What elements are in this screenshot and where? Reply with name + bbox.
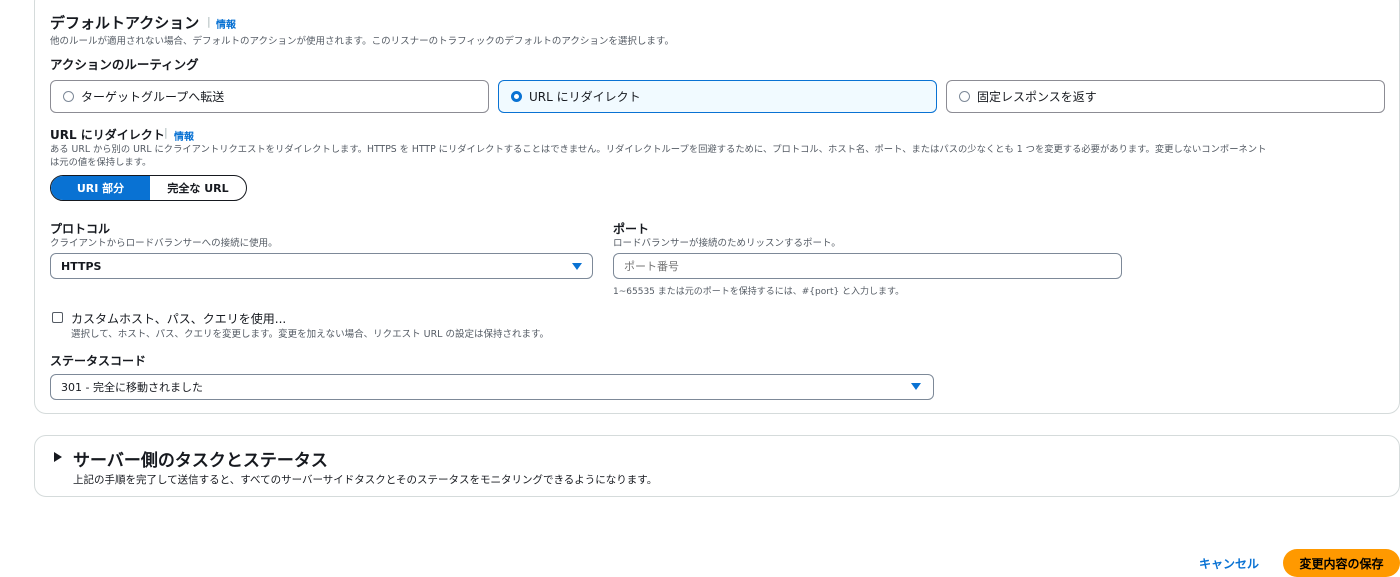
server-tasks-description: 上記の手順を完了して送信すると、すべてのサーバーサイドタスクとそのステータスをモ… (73, 474, 658, 486)
radio-circle-icon (959, 91, 970, 102)
custom-host-checkbox[interactable] (52, 312, 63, 323)
redirect-description-cont: は元の値を保持します。 (50, 157, 152, 168)
segment-full-url[interactable]: 完全な URL (150, 176, 246, 200)
status-code-select[interactable]: 301 - 完全に移動されました (50, 374, 934, 400)
status-code-label: ステータスコード (50, 354, 147, 368)
segment-uri-parts[interactable]: URI 部分 (51, 176, 150, 200)
default-action-description: 他のルールが適用されない場合、デフォルトのアクションが使用されます。このリスナー… (50, 36, 674, 47)
default-action-panel (34, 0, 1400, 414)
caret-down-icon (572, 263, 582, 270)
separator: | (164, 126, 168, 139)
port-description: ロードバランサーが接続のためリッスンするポート。 (613, 238, 841, 249)
radio-label: ターゲットグループへ転送 (81, 90, 225, 104)
radio-fixed-response[interactable]: 固定レスポンスを返す (946, 80, 1385, 113)
radio-redirect-url[interactable]: URL にリダイレクト (498, 80, 937, 113)
protocol-description: クライアントからロードバランサーへの接続に使用。 (50, 238, 278, 249)
radio-label: URL にリダイレクト (529, 90, 641, 104)
default-action-title: デフォルトアクション (50, 14, 200, 32)
radio-circle-icon (63, 91, 74, 102)
cancel-button[interactable]: キャンセル (1199, 555, 1259, 572)
radio-forward-target-group[interactable]: ターゲットグループへ転送 (50, 80, 489, 113)
server-tasks-title[interactable]: サーバー側のタスクとステータス (73, 446, 328, 471)
status-code-value: 301 - 完全に移動されました (61, 381, 203, 394)
info-link[interactable]: 情報 (216, 16, 236, 31)
radio-selected-icon (511, 91, 522, 102)
radio-label: 固定レスポンスを返す (977, 90, 1097, 104)
custom-host-label: カスタムホスト、パス、クエリを使用... (71, 312, 287, 326)
port-hint: 1~65535 または元のポートを保持するには、#{port} と入力します。 (613, 287, 905, 297)
save-changes-button[interactable]: 変更内容の保存 (1283, 549, 1400, 577)
custom-host-description: 選択して、ホスト、パス、クエリを変更します。変更を加えない場合、リクエスト UR… (71, 329, 550, 340)
protocol-select[interactable]: HTTPS (50, 253, 593, 279)
caret-down-icon (911, 383, 921, 390)
url-mode-segmented-control: URI 部分 完全な URL (50, 175, 247, 201)
routing-label: アクションのルーティング (50, 57, 199, 72)
separator: | (207, 15, 211, 28)
expand-caret-icon[interactable] (54, 452, 62, 462)
redirect-description: ある URL から別の URL にクライアントリクエストをリダイレクトします。H… (50, 144, 1267, 155)
port-input[interactable] (613, 253, 1122, 279)
protocol-value: HTTPS (61, 259, 102, 273)
